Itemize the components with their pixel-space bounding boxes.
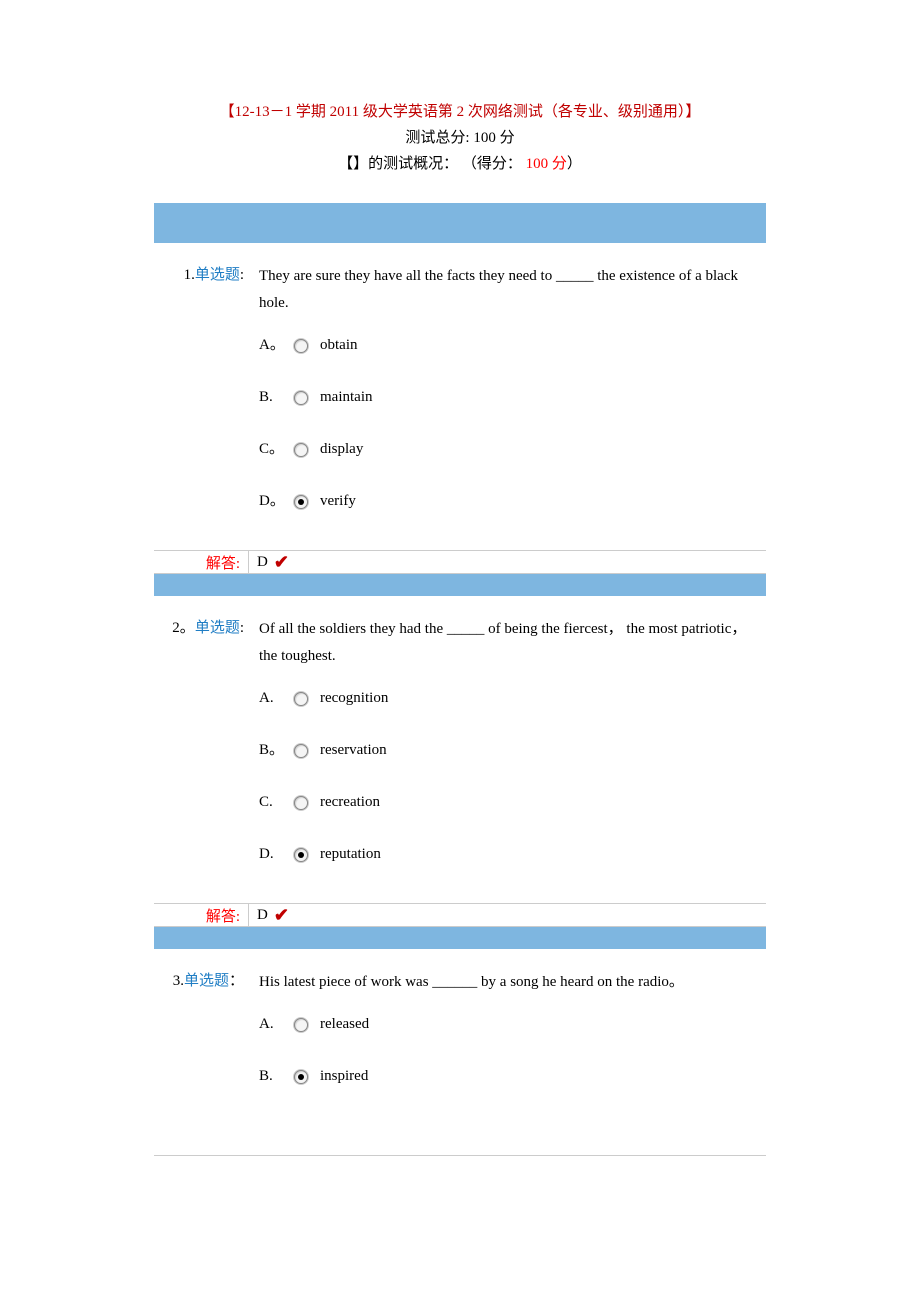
option-text: recognition: [320, 685, 756, 712]
option-text: released: [320, 1011, 756, 1038]
radio-icon[interactable]: [294, 1018, 308, 1032]
radio-icon[interactable]: [294, 848, 308, 862]
answer-text: D: [257, 907, 268, 924]
question-sep: ：: [229, 973, 244, 989]
score-suffix: ）: [567, 156, 582, 172]
answer-row: 解答:D✔: [154, 903, 766, 927]
question-row: 2。单选题:Of all the soldiers they had the _…: [154, 596, 766, 903]
page-header: 【12-13－1 学期 2011 级大学英语第 2 次网络测试（各专业、级别通用…: [0, 100, 920, 173]
question-body: Of all the soldiers they had the _____ o…: [259, 616, 756, 893]
answer-row: 解答:D✔: [154, 550, 766, 574]
option-text: verify: [320, 488, 756, 515]
section-divider: [154, 927, 766, 949]
option-letter: A.: [259, 1011, 294, 1038]
question-number: 2。单选题:: [164, 616, 259, 893]
questions-container: 1.单选题:They are sure they have all the fa…: [154, 203, 766, 1125]
answer-value: D✔: [249, 905, 289, 926]
option-letter: D。: [259, 488, 294, 515]
check-icon: ✔: [274, 905, 289, 926]
question-index: 3.: [173, 973, 184, 989]
test-title: 【12-13－1 学期 2011 级大学英语第 2 次网络测试（各专业、级别通用…: [0, 100, 920, 121]
radio-icon[interactable]: [294, 744, 308, 758]
answer-label: 解答:: [154, 904, 249, 926]
question-body: His latest piece of work was ______ by a…: [259, 969, 756, 1115]
radio-icon[interactable]: [294, 339, 308, 353]
radio-icon[interactable]: [294, 443, 308, 457]
answer-label: 解答:: [154, 551, 249, 573]
option-letter: D.: [259, 841, 294, 868]
question-row: 1.单选题:They are sure they have all the fa…: [154, 243, 766, 550]
option-letter: B.: [259, 1063, 294, 1090]
option-line: C. recreation: [259, 789, 756, 816]
option-line: A。 obtain: [259, 332, 756, 359]
option-letter: B.: [259, 384, 294, 411]
section-divider: [154, 574, 766, 596]
option-line: B. maintain: [259, 384, 756, 411]
option-letter: C.: [259, 789, 294, 816]
option-line: A. recognition: [259, 685, 756, 712]
radio-icon[interactable]: [294, 692, 308, 706]
question-index: 2。: [172, 620, 195, 636]
question-row: 3.单选题：His latest piece of work was _____…: [154, 949, 766, 1125]
option-line: B. inspired: [259, 1063, 756, 1090]
radio-icon[interactable]: [294, 1070, 308, 1084]
question-stem: His latest piece of work was ______ by a…: [259, 969, 756, 996]
option-letter: A.: [259, 685, 294, 712]
option-text: reservation: [320, 737, 756, 764]
option-line: C。 display: [259, 436, 756, 463]
test-total: 测试总分: 100 分: [0, 126, 920, 147]
option-line: D。 verify: [259, 488, 756, 515]
option-letter: B。: [259, 737, 294, 764]
score-prefix: 【】的测试概况： （得分：: [338, 156, 526, 172]
option-line: A. released: [259, 1011, 756, 1038]
question-stem: They are sure they have all the facts th…: [259, 263, 756, 317]
section-divider: [154, 203, 766, 243]
option-text: maintain: [320, 384, 756, 411]
option-line: B。 reservation: [259, 737, 756, 764]
radio-icon[interactable]: [294, 796, 308, 810]
option-text: inspired: [320, 1063, 756, 1090]
score-value: 100 分: [526, 156, 567, 172]
option-letter: C。: [259, 436, 294, 463]
radio-icon[interactable]: [294, 391, 308, 405]
option-letter: A。: [259, 332, 294, 359]
question-type: 单选题: [195, 267, 240, 283]
question-sep: :: [240, 267, 244, 283]
answer-value: D✔: [249, 552, 289, 573]
question-stem: Of all the soldiers they had the _____ o…: [259, 616, 756, 670]
question-type: 单选题: [184, 973, 229, 989]
question-type: 单选题: [195, 620, 240, 636]
option-text: obtain: [320, 332, 756, 359]
test-score: 【】的测试概况： （得分： 100 分）: [0, 152, 920, 173]
question-index: 1.: [184, 267, 195, 283]
radio-icon[interactable]: [294, 495, 308, 509]
answer-text: D: [257, 554, 268, 571]
question-sep: :: [240, 620, 244, 636]
check-icon: ✔: [274, 552, 289, 573]
question-number: 3.单选题：: [164, 969, 259, 1115]
option-text: display: [320, 436, 756, 463]
option-text: recreation: [320, 789, 756, 816]
option-line: D. reputation: [259, 841, 756, 868]
footer-divider: [154, 1155, 766, 1156]
option-text: reputation: [320, 841, 756, 868]
question-number: 1.单选题:: [164, 263, 259, 540]
question-body: They are sure they have all the facts th…: [259, 263, 756, 540]
